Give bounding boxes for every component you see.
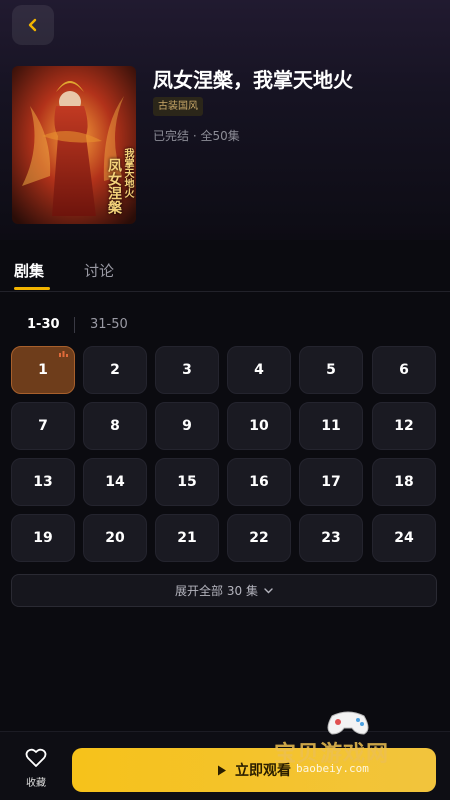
episode-button[interactable]: 22 [227, 514, 291, 562]
episode-button[interactable]: 19 [11, 514, 75, 562]
watch-now-label: 立即观看 [235, 763, 291, 779]
cover-subtitle-text: 我掌天地火 [122, 148, 133, 198]
genre-tag[interactable]: 古装国风 [153, 97, 203, 116]
episode-number: 2 [110, 362, 120, 378]
tab-bar: 剧集 讨论 [0, 256, 450, 292]
episode-button[interactable]: 12 [372, 402, 436, 450]
watch-now-button[interactable]: 立即观看 [72, 748, 436, 792]
episode-grid: 1 2 3 4 5 6 7 8 9 10 11 12 13 14 15 16 1… [11, 346, 437, 562]
episode-number: 19 [33, 530, 53, 546]
favorite-label: 收藏 [26, 778, 46, 789]
episode-button[interactable]: 24 [372, 514, 436, 562]
episode-number: 18 [394, 474, 414, 490]
episode-number: 8 [110, 418, 120, 434]
favorite-button[interactable]: 收藏 [14, 748, 58, 792]
episode-button[interactable]: 4 [227, 346, 291, 394]
episode-button[interactable]: 14 [83, 458, 147, 506]
episode-button[interactable]: 3 [155, 346, 219, 394]
episode-number: 20 [105, 530, 125, 546]
episode-number: 6 [399, 362, 409, 378]
expand-label: 展开全部 30 集 [175, 584, 258, 598]
episode-button[interactable]: 23 [299, 514, 363, 562]
episode-number: 4 [254, 362, 264, 378]
episode-button[interactable]: 20 [83, 514, 147, 562]
episode-number: 3 [182, 362, 192, 378]
episode-number: 1 [38, 362, 48, 378]
episode-button[interactable]: 11 [299, 402, 363, 450]
episode-number: 22 [249, 530, 269, 546]
episode-button[interactable]: 21 [155, 514, 219, 562]
episode-number: 16 [249, 474, 269, 490]
tab-discussion[interactable]: 讨论 [84, 260, 114, 281]
episode-status: 已完结 · 全50集 [153, 129, 240, 143]
episode-button[interactable]: 13 [11, 458, 75, 506]
episode-number: 13 [33, 474, 53, 490]
range-divider [74, 317, 75, 333]
episode-number: 9 [182, 418, 192, 434]
episode-button[interactable]: 17 [299, 458, 363, 506]
episode-number: 23 [321, 530, 341, 546]
episode-number: 10 [249, 418, 269, 434]
episode-range-selector: 1-30 31-50 [0, 312, 450, 338]
episode-number: 12 [394, 418, 414, 434]
play-icon [218, 765, 226, 775]
episode-number: 15 [177, 474, 197, 490]
episode-button[interactable]: 7 [11, 402, 75, 450]
back-button[interactable] [12, 5, 54, 45]
range-31-50[interactable]: 31-50 [90, 317, 128, 332]
heart-icon [25, 748, 47, 767]
episode-number: 14 [105, 474, 125, 490]
episode-number: 11 [321, 418, 341, 434]
episode-button[interactable]: 9 [155, 402, 219, 450]
episode-button[interactable]: 6 [372, 346, 436, 394]
active-tab-indicator [14, 287, 50, 290]
episode-number: 17 [321, 474, 341, 490]
episode-number: 5 [326, 362, 336, 378]
episode-number: 7 [38, 418, 48, 434]
chevron-left-icon [28, 18, 37, 32]
episode-number: 21 [177, 530, 197, 546]
top-bar [0, 0, 450, 52]
episode-button[interactable]: 10 [227, 402, 291, 450]
episode-button[interactable]: 16 [227, 458, 291, 506]
episode-number: 24 [394, 530, 414, 546]
range-1-30[interactable]: 1-30 [27, 317, 60, 332]
expand-all-button[interactable]: 展开全部 30 集 [11, 574, 437, 607]
episode-button[interactable]: 1 [11, 346, 75, 394]
bottom-action-bar: 收藏 立即观看 [0, 731, 450, 800]
tab-episodes[interactable]: 剧集 [14, 260, 44, 281]
chevron-down-icon [264, 587, 273, 593]
episode-button[interactable]: 2 [83, 346, 147, 394]
episode-button[interactable]: 8 [83, 402, 147, 450]
episode-button[interactable]: 5 [299, 346, 363, 394]
drama-cover[interactable]: 凤女涅槃 我掌天地火 [12, 66, 136, 224]
now-playing-icon [59, 351, 68, 357]
episode-button[interactable]: 15 [155, 458, 219, 506]
episode-button[interactable]: 18 [372, 458, 436, 506]
drama-title: 凤女涅槃，我掌天地火 [153, 68, 353, 92]
